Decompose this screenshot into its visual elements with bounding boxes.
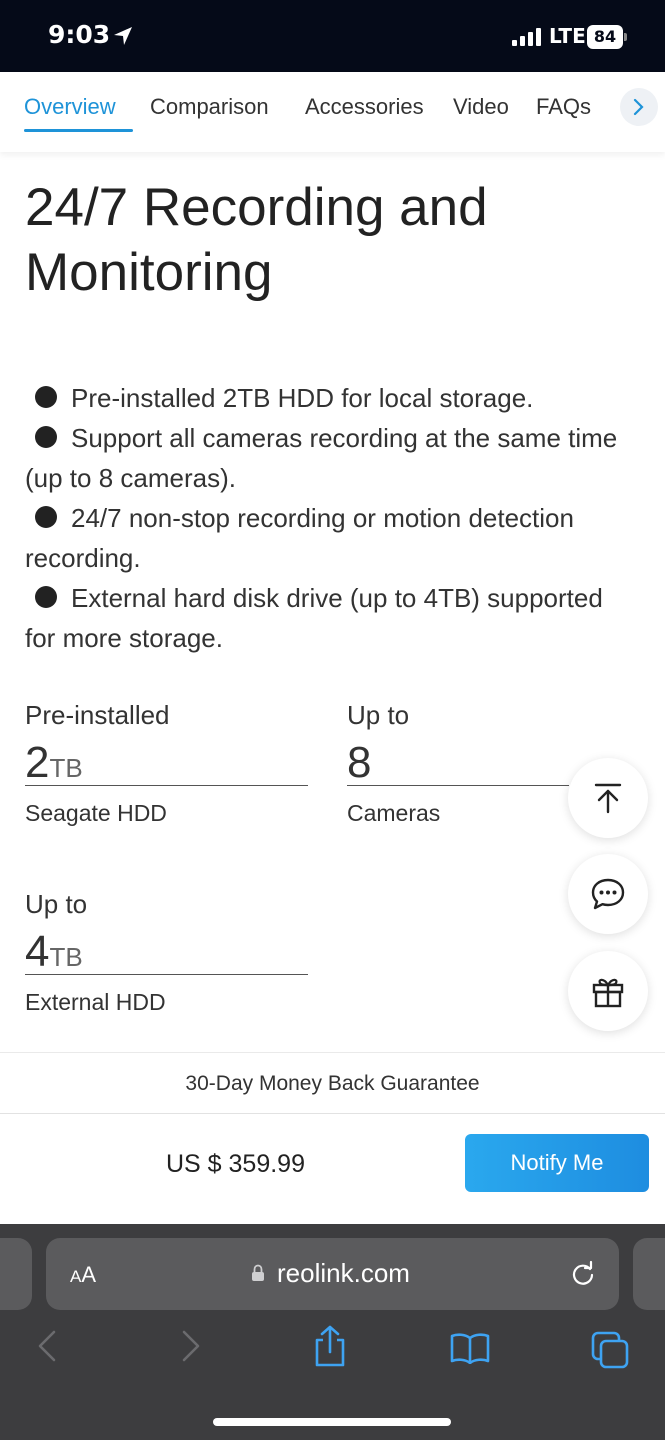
list-item: Pre-installed 2TB HDD for local storage. [25, 378, 635, 418]
bullet-icon [35, 506, 57, 528]
address-bar[interactable]: AA reolink.com [46, 1238, 619, 1310]
stat-label: Cameras [347, 800, 441, 826]
stat-number: 4 [25, 927, 50, 976]
battery-icon: 84 [587, 25, 627, 49]
gift-button[interactable] [568, 951, 648, 1031]
stat-number: 8 [347, 738, 372, 787]
bullet-icon [35, 386, 57, 408]
tabs-icon[interactable] [590, 1330, 630, 1370]
battery-level: 84 [587, 25, 623, 49]
url-text: reolink.com [277, 1258, 410, 1288]
stat-unit: TB [49, 753, 83, 783]
scroll-to-top-button[interactable] [568, 758, 648, 838]
notify-me-button[interactable]: Notify Me [465, 1134, 649, 1192]
tabs-next-button[interactable] [620, 88, 658, 126]
guarantee-banner: 30-Day Money Back Guarantee [0, 1052, 665, 1114]
stat-external: Up to 4TB External HDD [25, 889, 308, 1016]
status-time: 9:03 [48, 20, 111, 49]
stat-label: Seagate HDD [25, 800, 167, 826]
gift-icon [592, 978, 624, 1008]
back-icon[interactable] [36, 1328, 58, 1364]
chat-button[interactable] [568, 854, 648, 934]
cellular-signal-icon [512, 28, 541, 46]
tab-comparison[interactable]: Comparison [150, 94, 269, 120]
reload-icon[interactable] [569, 1260, 597, 1288]
status-bar: 9:03 LTE 84 [0, 0, 665, 72]
chat-bubble-icon [591, 878, 625, 910]
stat-value: 8 [347, 738, 569, 787]
network-type: LTE [549, 24, 586, 48]
stat-caption: Pre-installed [25, 700, 170, 730]
tab-overview[interactable]: Overview [24, 94, 116, 120]
chevron-right-icon [633, 98, 644, 116]
text-size-button[interactable]: AA [70, 1262, 96, 1288]
bookmarks-icon[interactable] [449, 1332, 491, 1364]
tab-faqs[interactable]: FAQs [536, 94, 591, 120]
stat-storage: Pre-installed 2TB Seagate HDD [25, 700, 308, 827]
home-indicator [213, 1418, 451, 1426]
tab-accessories[interactable]: Accessories [305, 94, 424, 120]
forward-icon[interactable] [180, 1328, 202, 1364]
stat-value: 2TB [25, 738, 308, 787]
list-item: 24/7 non-stop recording or motion detect… [25, 503, 574, 573]
share-icon[interactable] [312, 1324, 348, 1368]
feature-list: Pre-installed 2TB HDD for local storage.… [25, 378, 635, 658]
stat-caption: Up to [25, 889, 88, 919]
stat-caption: Up to [347, 700, 410, 730]
stat-cameras: Up to 8 Cameras [347, 700, 569, 827]
active-tab-indicator [24, 129, 133, 132]
section-title: 24/7 Recording and Monitoring [25, 178, 488, 302]
lock-icon [252, 1264, 264, 1281]
tab-video[interactable]: Video [453, 94, 509, 120]
stat-value: 4TB [25, 927, 308, 976]
stat-number: 2 [25, 738, 50, 787]
stat-label: External HDD [25, 989, 166, 1015]
stat-unit: TB [49, 942, 83, 972]
list-item: External hard disk drive (up to 4TB) sup… [25, 583, 603, 653]
next-tab-preview[interactable] [633, 1238, 665, 1310]
bullet-icon [35, 426, 57, 448]
location-arrow-icon [114, 27, 132, 45]
browser-toolbar: AA reolink.com [0, 1224, 665, 1440]
arrow-up-to-top-icon [594, 783, 622, 814]
purchase-bar: US $ 359.99 Notify Me [0, 1114, 665, 1224]
price: US $ 359.99 [166, 1150, 305, 1178]
list-item: Support all cameras recording at the sam… [25, 423, 618, 493]
bullet-icon [35, 586, 57, 608]
previous-tab-preview[interactable] [0, 1238, 32, 1310]
